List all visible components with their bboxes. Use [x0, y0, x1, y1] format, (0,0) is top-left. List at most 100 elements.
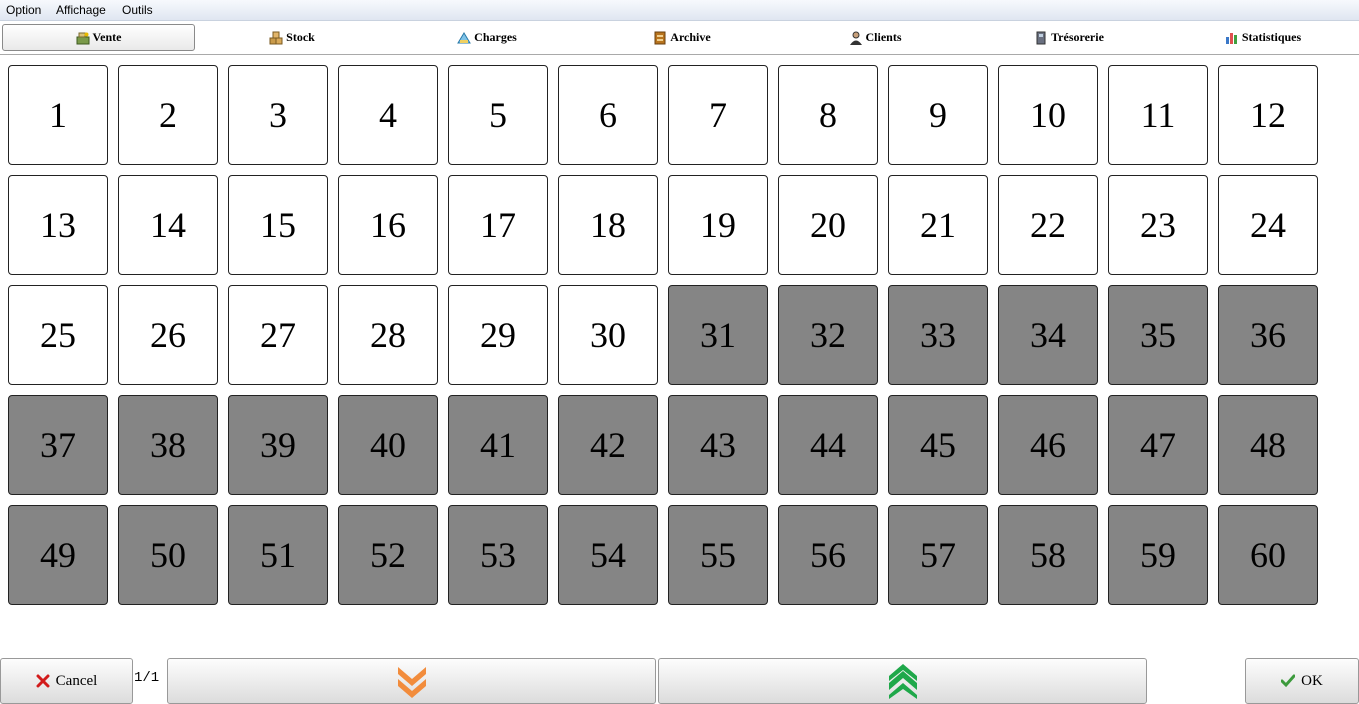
table-button-46[interactable]: 46 [998, 395, 1098, 495]
table-button-37[interactable]: 37 [8, 395, 108, 495]
table-button-58[interactable]: 58 [998, 505, 1098, 605]
table-button-47[interactable]: 47 [1108, 395, 1208, 495]
table-button-8[interactable]: 8 [778, 65, 878, 165]
table-button-16[interactable]: 16 [338, 175, 438, 275]
table-button-52[interactable]: 52 [338, 505, 438, 605]
table-button-39[interactable]: 39 [228, 395, 328, 495]
menu-bar: Option Affichage Outils [0, 0, 1359, 21]
table-button-54[interactable]: 54 [558, 505, 658, 605]
table-button-36[interactable]: 36 [1218, 285, 1318, 385]
table-button-26[interactable]: 26 [118, 285, 218, 385]
table-button-1[interactable]: 1 [8, 65, 108, 165]
table-button-35[interactable]: 35 [1108, 285, 1208, 385]
table-button-18[interactable]: 18 [558, 175, 658, 275]
cash-register-icon [76, 32, 90, 44]
table-button-17[interactable]: 17 [448, 175, 548, 275]
tab-charges[interactable]: Charges [449, 24, 525, 51]
tab-tresorerie-label: Trésorerie [1051, 30, 1104, 44]
table-button-40[interactable]: 40 [338, 395, 438, 495]
table-button-21[interactable]: 21 [888, 175, 988, 275]
table-button-42[interactable]: 42 [558, 395, 658, 495]
table-button-12[interactable]: 12 [1218, 65, 1318, 165]
table-button-53[interactable]: 53 [448, 505, 548, 605]
bar-chart-icon [1225, 32, 1237, 44]
client-person-icon [849, 31, 862, 45]
table-button-31[interactable]: 31 [668, 285, 768, 385]
archive-icon [654, 31, 666, 44]
footer-blank-area [1148, 658, 1244, 704]
tab-archive-label: Archive [670, 30, 711, 44]
tab-statistiques[interactable]: Statistiques [1219, 24, 1307, 51]
table-button-6[interactable]: 6 [558, 65, 658, 165]
table-button-45[interactable]: 45 [888, 395, 988, 495]
charges-icon [457, 31, 472, 43]
tab-vente[interactable]: Vente [2, 24, 195, 51]
table-button-44[interactable]: 44 [778, 395, 878, 495]
tab-clients-label: Clients [865, 30, 902, 44]
table-button-23[interactable]: 23 [1108, 175, 1208, 275]
footer-bar: Cancel 1/1 OK [0, 658, 1359, 704]
table-button-2[interactable]: 2 [118, 65, 218, 165]
tab-vente-label: Vente [92, 30, 122, 44]
table-button-4[interactable]: 4 [338, 65, 438, 165]
table-grid: 1 2 3 4 5 6 7 8 9 10 11 12 13 14 15 16 17 18 19 20 21 22 23 24 2… [8, 65, 1328, 605]
treasury-icon [1036, 31, 1046, 44]
table-button-20[interactable]: 20 [778, 175, 878, 275]
tab-archive[interactable]: Archive [648, 24, 716, 51]
table-button-27[interactable]: 27 [228, 285, 328, 385]
table-button-5[interactable]: 5 [448, 65, 548, 165]
table-button-38[interactable]: 38 [118, 395, 218, 495]
table-button-29[interactable]: 29 [448, 285, 548, 385]
table-button-14[interactable]: 14 [118, 175, 218, 275]
tab-bar: Vente Stock Charges Archive Clients Trés… [0, 22, 1359, 55]
ok-label: OK [1301, 672, 1323, 689]
menu-option[interactable]: Option [6, 3, 41, 17]
table-button-24[interactable]: 24 [1218, 175, 1318, 275]
table-button-56[interactable]: 56 [778, 505, 878, 605]
table-button-30[interactable]: 30 [558, 285, 658, 385]
tab-stock[interactable]: Stock [262, 24, 322, 51]
menu-affichage[interactable]: Affichage [56, 3, 106, 17]
tab-statistiques-label: Statistiques [1241, 30, 1302, 44]
menu-outils[interactable]: Outils [122, 3, 153, 17]
table-button-48[interactable]: 48 [1218, 395, 1318, 495]
table-button-25[interactable]: 25 [8, 285, 108, 385]
table-button-28[interactable]: 28 [338, 285, 438, 385]
double-chevron-up-icon [888, 664, 917, 699]
tab-charges-label: Charges [474, 30, 517, 44]
table-button-10[interactable]: 10 [998, 65, 1098, 165]
table-button-9[interactable]: 9 [888, 65, 988, 165]
table-button-11[interactable]: 11 [1108, 65, 1208, 165]
check-icon [1281, 674, 1296, 688]
table-button-60[interactable]: 60 [1218, 505, 1318, 605]
table-button-3[interactable]: 3 [228, 65, 328, 165]
tab-stock-label: Stock [286, 30, 315, 44]
table-button-22[interactable]: 22 [998, 175, 1098, 275]
table-button-15[interactable]: 15 [228, 175, 328, 275]
table-button-43[interactable]: 43 [668, 395, 768, 495]
table-button-32[interactable]: 32 [778, 285, 878, 385]
tab-tresorerie[interactable]: Trésorerie [1030, 24, 1108, 51]
scroll-up-button[interactable] [658, 658, 1147, 704]
table-button-50[interactable]: 50 [118, 505, 218, 605]
table-button-49[interactable]: 49 [8, 505, 108, 605]
boxes-icon [269, 31, 283, 44]
table-button-13[interactable]: 13 [8, 175, 108, 275]
close-icon [36, 674, 50, 688]
table-button-51[interactable]: 51 [228, 505, 328, 605]
table-button-41[interactable]: 41 [448, 395, 548, 495]
double-chevron-down-icon [397, 667, 426, 698]
tab-clients[interactable]: Clients [842, 24, 908, 51]
scroll-down-button[interactable] [167, 658, 656, 704]
cancel-label: Cancel [55, 672, 98, 689]
ok-button[interactable]: OK [1245, 658, 1359, 704]
table-button-33[interactable]: 33 [888, 285, 988, 385]
table-button-19[interactable]: 19 [668, 175, 768, 275]
cancel-button[interactable]: Cancel [0, 658, 133, 704]
page-indicator: 1/1 [134, 670, 160, 686]
table-button-59[interactable]: 59 [1108, 505, 1208, 605]
table-button-55[interactable]: 55 [668, 505, 768, 605]
table-button-7[interactable]: 7 [668, 65, 768, 165]
table-button-57[interactable]: 57 [888, 505, 988, 605]
table-button-34[interactable]: 34 [998, 285, 1098, 385]
